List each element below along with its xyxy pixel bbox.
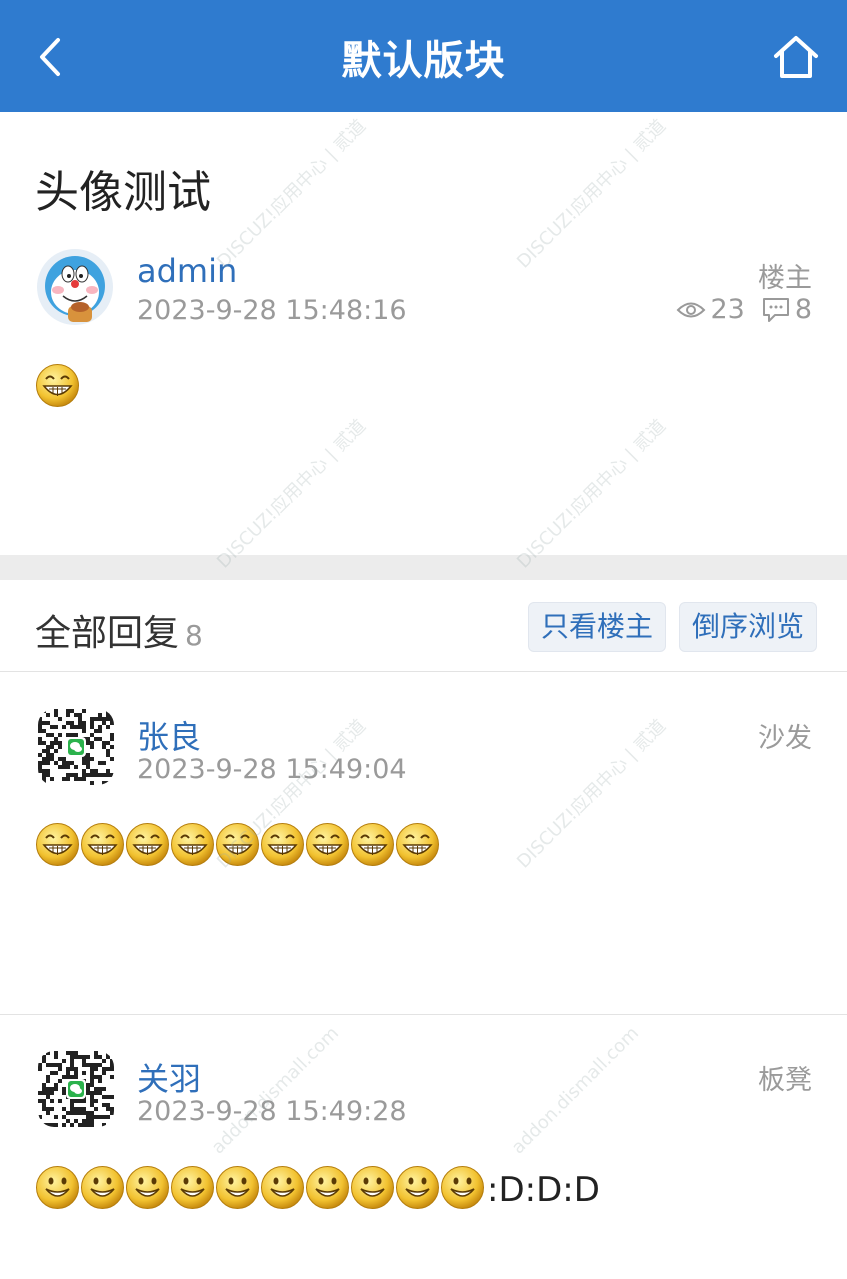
home-icon [774, 36, 818, 78]
grin-emoji-icon [81, 823, 124, 866]
reply-author-name[interactable]: 张良 [137, 712, 201, 758]
grin-emoji-icon [36, 823, 79, 866]
post-stats: 23 8 [676, 294, 812, 325]
divider [0, 1014, 847, 1015]
page-title: 默认版块 [341, 38, 506, 84]
watermark: DISCUZ!应用中心 | 贰道 [513, 115, 671, 273]
author-name[interactable]: admin [137, 252, 237, 290]
avatar[interactable] [38, 1051, 114, 1127]
avatar[interactable] [36, 248, 114, 326]
reply-author-name[interactable]: 关羽 [137, 1054, 201, 1100]
post-title: 头像测试 [35, 167, 211, 218]
top-bar: 默认版块 [0, 0, 847, 112]
post-time: 2023-9-28 15:48:16 [137, 295, 407, 326]
view-count: 23 [710, 294, 745, 325]
reply-text: :D:D:D [487, 1170, 600, 1210]
watermark: addon.dismall.com [207, 1022, 344, 1159]
grin-emoji-icon [171, 823, 214, 866]
replies-label: 全部回复 [35, 613, 180, 654]
avatar[interactable] [38, 709, 114, 785]
eye-icon [677, 302, 706, 317]
grin-emoji-icon [126, 823, 169, 866]
smile-emoji-icon [441, 1166, 484, 1209]
reply-content [35, 822, 440, 867]
only-author-button[interactable]: 只看楼主 [528, 602, 667, 652]
grin-emoji-icon [36, 364, 79, 407]
replies-count: 8 [185, 619, 203, 652]
watermark: DISCUZ!应用中心 | 贰道 [213, 115, 371, 273]
watermark: addon.dismall.com [507, 1022, 644, 1159]
smile-emoji-icon [396, 1166, 439, 1209]
floor-label: 楼主 [758, 263, 812, 294]
reply-content: :D:D:D [35, 1165, 600, 1210]
divider [0, 671, 847, 672]
smile-emoji-icon [126, 1166, 169, 1209]
reverse-order-button[interactable]: 倒序浏览 [679, 602, 818, 652]
smile-emoji-icon [171, 1166, 214, 1209]
home-button[interactable] [768, 32, 824, 82]
watermark: DISCUZ!应用中心 | 贰道 [213, 415, 371, 573]
floor-label: 板凳 [758, 1065, 812, 1096]
smile-emoji-icon [216, 1166, 259, 1209]
smile-emoji-icon [261, 1166, 304, 1209]
section-divider [0, 555, 847, 580]
watermark: DISCUZ!应用中心 | 贰道 [513, 715, 671, 873]
reply-time: 2023-9-28 15:49:04 [137, 754, 407, 785]
grin-emoji-icon [216, 823, 259, 866]
smile-emoji-icon [306, 1166, 349, 1209]
post-content [35, 363, 80, 408]
replies-heading: 全部回复 8 [35, 604, 203, 656]
reply-time: 2023-9-28 15:49:28 [137, 1096, 407, 1127]
grin-emoji-icon [396, 823, 439, 866]
grin-emoji-icon [261, 823, 304, 866]
smile-emoji-icon [81, 1166, 124, 1209]
grin-emoji-icon [306, 823, 349, 866]
smile-emoji-icon [351, 1166, 394, 1209]
comment-icon [762, 297, 789, 322]
floor-label: 沙发 [758, 723, 812, 754]
smile-emoji-icon [36, 1166, 79, 1209]
reply-count: 8 [794, 294, 812, 325]
watermark: DISCUZ!应用中心 | 贰道 [513, 415, 671, 573]
grin-emoji-icon [351, 823, 394, 866]
